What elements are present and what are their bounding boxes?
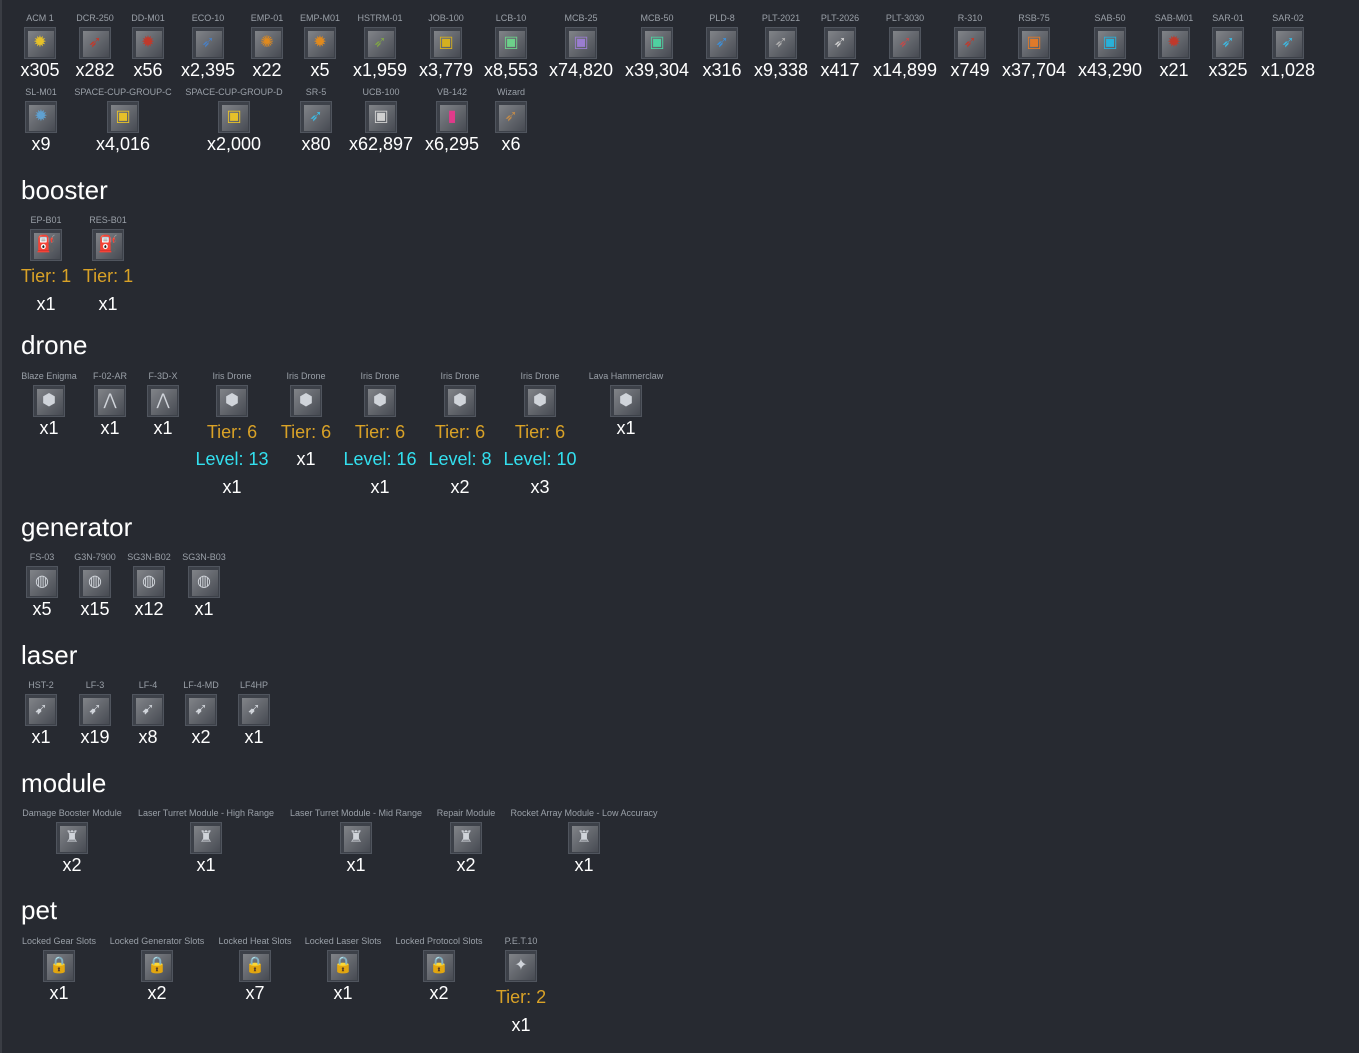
generator-icon[interactable]: ◍	[188, 566, 220, 598]
item-quantity: x1	[98, 294, 118, 314]
inventory-item[interactable]: RES-B01 ⛽ Tier: 1 x1	[0, 215, 218, 315]
item-label: Wizard	[496, 87, 525, 97]
item-label: LF4HP	[239, 680, 268, 690]
item-label: P.E.T.10	[504, 936, 538, 946]
item-quantity: x1	[194, 599, 214, 619]
inventory-item[interactable]: P.E.T.10 ✦ Tier: 2 x1	[411, 936, 631, 1036]
left-border	[0, 0, 2, 1053]
item-quantity: x6	[501, 134, 521, 154]
inventory-item[interactable]: SG3N-B03 ◍ x1	[94, 552, 314, 620]
item-label: Lava Hammerclaw	[588, 371, 664, 381]
inventory-item[interactable]: Rocket Array Module - Low Accuracy ♜ x1	[474, 808, 694, 876]
item-quantity: x1	[511, 1015, 531, 1035]
section-title-pet: pet	[21, 895, 58, 925]
inventory-item[interactable]: Wizard ➶ x6	[401, 87, 621, 155]
section-title-laser: laser	[21, 640, 78, 670]
item-label: Rocket Array Module - Low Accuracy	[510, 808, 658, 818]
item-quantity: x1	[244, 727, 264, 747]
inventory-item[interactable]: SAR-02 ➶ x1,028	[1178, 13, 1359, 81]
rocket-icon[interactable]: ➶	[495, 101, 527, 133]
tier-label: Tier: 2	[495, 987, 547, 1007]
laser-icon[interactable]: ➹	[238, 694, 270, 726]
item-quantity: x3	[530, 477, 550, 497]
pet-icon[interactable]: ✦	[505, 950, 537, 982]
item-label: SAR-02	[1272, 13, 1304, 23]
section-title-booster: booster	[21, 175, 108, 205]
item-quantity: x1	[616, 418, 636, 438]
section-title-drone: drone	[21, 330, 88, 360]
rocket-icon[interactable]: ➶	[1272, 27, 1304, 59]
tier-label: Tier: 1	[82, 266, 134, 286]
inventory-item[interactable]: Lava Hammerclaw ⬢ x1	[516, 371, 736, 439]
module-icon[interactable]: ♜	[568, 822, 600, 854]
section-title-generator: generator	[21, 512, 133, 542]
module-icon[interactable]: ♜	[190, 822, 222, 854]
level-label: Level: 10	[503, 449, 577, 469]
booster-icon[interactable]: ⛽	[92, 229, 124, 261]
module-icon[interactable]: ♜	[56, 822, 88, 854]
inventory-item[interactable]: LF4HP ➹ x1	[144, 680, 364, 748]
item-label: SG3N-B03	[182, 552, 226, 562]
item-quantity: x1	[574, 855, 594, 875]
item-quantity: x1,028	[1260, 60, 1316, 80]
drone-icon[interactable]: ⬢	[610, 385, 642, 417]
item-label: RES-B01	[89, 215, 127, 225]
section-title-module: module	[21, 768, 107, 798]
